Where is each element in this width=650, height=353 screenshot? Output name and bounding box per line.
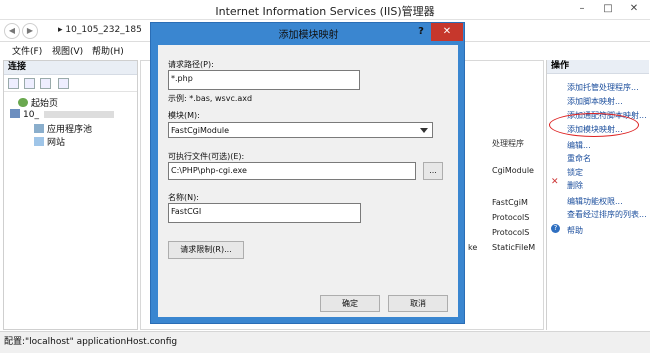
add-script-map-link[interactable]: 添加脚本映射... [567,96,623,107]
lock-link[interactable]: 锁定 [567,167,583,178]
menu-view[interactable]: 视图(V) [52,44,83,57]
save-icon[interactable] [24,78,35,89]
view-ordered-list-link[interactable]: 查看经过排序的列表... [567,209,647,220]
window-titlebar: Internet Information Services (IIS)管理器 –… [0,0,650,20]
connections-toolbar [4,76,137,92]
connections-header: 连接 [4,61,137,75]
rename-link[interactable]: 重命名 [567,153,591,164]
menu-file[interactable]: 文件(F) [12,44,42,57]
dialog-close-button[interactable]: ✕ [431,23,463,41]
connect-icon[interactable] [8,78,19,89]
request-path-label: 请求路径(P): [168,60,214,69]
dialog-help-button[interactable]: ? [411,23,431,41]
delete-link[interactable]: 删除 [567,180,583,191]
module-select[interactable]: FastCgiModule [168,122,433,138]
table-row[interactable]: StaticFileM [492,243,535,252]
refresh-icon[interactable] [58,78,69,89]
forward-button[interactable]: ▶ [22,23,38,39]
actions-pane: 操作 添加托管处理程序... 添加脚本映射... 添加通配符脚本映射... 添加… [546,60,649,330]
highlight-ellipse [549,113,639,137]
help-link[interactable]: 帮助 [567,225,583,236]
address-path[interactable]: ▸ 10_105_232_185 [58,22,158,39]
window-title: Internet Information Services (IIS)管理器 [215,5,435,18]
delete-icon: ✕ [551,177,559,187]
up-icon[interactable] [40,78,51,89]
executable-input[interactable]: C:\PHP\php-cgi.exe [168,162,416,180]
cancel-button[interactable]: 取消 [388,295,448,312]
name-label: 名称(N): [168,193,199,202]
table-row[interactable]: CgiModule [492,166,534,175]
dialog-body: 请求路径(P): *.php 示例: *.bas, wsvc.axd 模块(M)… [158,45,458,317]
edit-feature-permissions-link[interactable]: 编辑功能权限... [567,196,623,207]
tree-item-sites[interactable]: 网站 [34,135,65,148]
server-icon [10,109,20,118]
path-fragment: ke [468,243,478,252]
sites-icon [34,137,44,146]
example-text: 示例: *.bas, wsvc.axd [168,94,253,103]
menu-help[interactable]: 帮助(H) [92,44,124,57]
maximize-button[interactable]: □ [596,0,620,18]
tree-item-app-pools[interactable]: 应用程序池 [34,122,92,135]
add-managed-handler-link[interactable]: 添加托管处理程序... [567,82,639,93]
tree-item-server[interactable]: 10_ [10,109,39,120]
minimize-button[interactable]: – [570,0,594,18]
home-icon [18,98,28,107]
table-row[interactable]: FastCgiM [492,198,528,207]
ok-button[interactable]: 确定 [320,295,380,312]
tree-item-start-page[interactable]: 起始页 [18,96,58,109]
close-window-button[interactable]: ✕ [622,0,646,18]
executable-label: 可执行文件(可选)(E): [168,152,245,161]
request-path-input[interactable]: *.php [168,70,360,90]
connections-pane: 连接 起始页 10_ 应用程序池 网站 [3,60,138,330]
request-restrictions-button[interactable]: 请求限制(R)... [168,241,244,259]
table-row[interactable]: ProtocolS [492,228,529,237]
name-input[interactable]: FastCGI [168,203,361,223]
back-button[interactable]: ◀ [4,23,20,39]
module-label: 模块(M): [168,111,200,120]
status-bar: 配置:"localhost" applicationHost.config [0,331,650,353]
add-module-mapping-dialog: 添加模块映射 ? ✕ 请求路径(P): *.php 示例: *.bas, wsv… [150,22,465,324]
edit-link[interactable]: 编辑... [567,140,591,151]
app-pool-icon [34,124,44,133]
redacted-host [44,111,114,118]
help-icon: ? [551,224,560,233]
table-row[interactable]: ProtocolS [492,213,529,222]
chevron-down-icon[interactable] [420,128,428,133]
browse-button[interactable]: ... [423,162,443,180]
actions-header: 操作 [547,60,649,74]
